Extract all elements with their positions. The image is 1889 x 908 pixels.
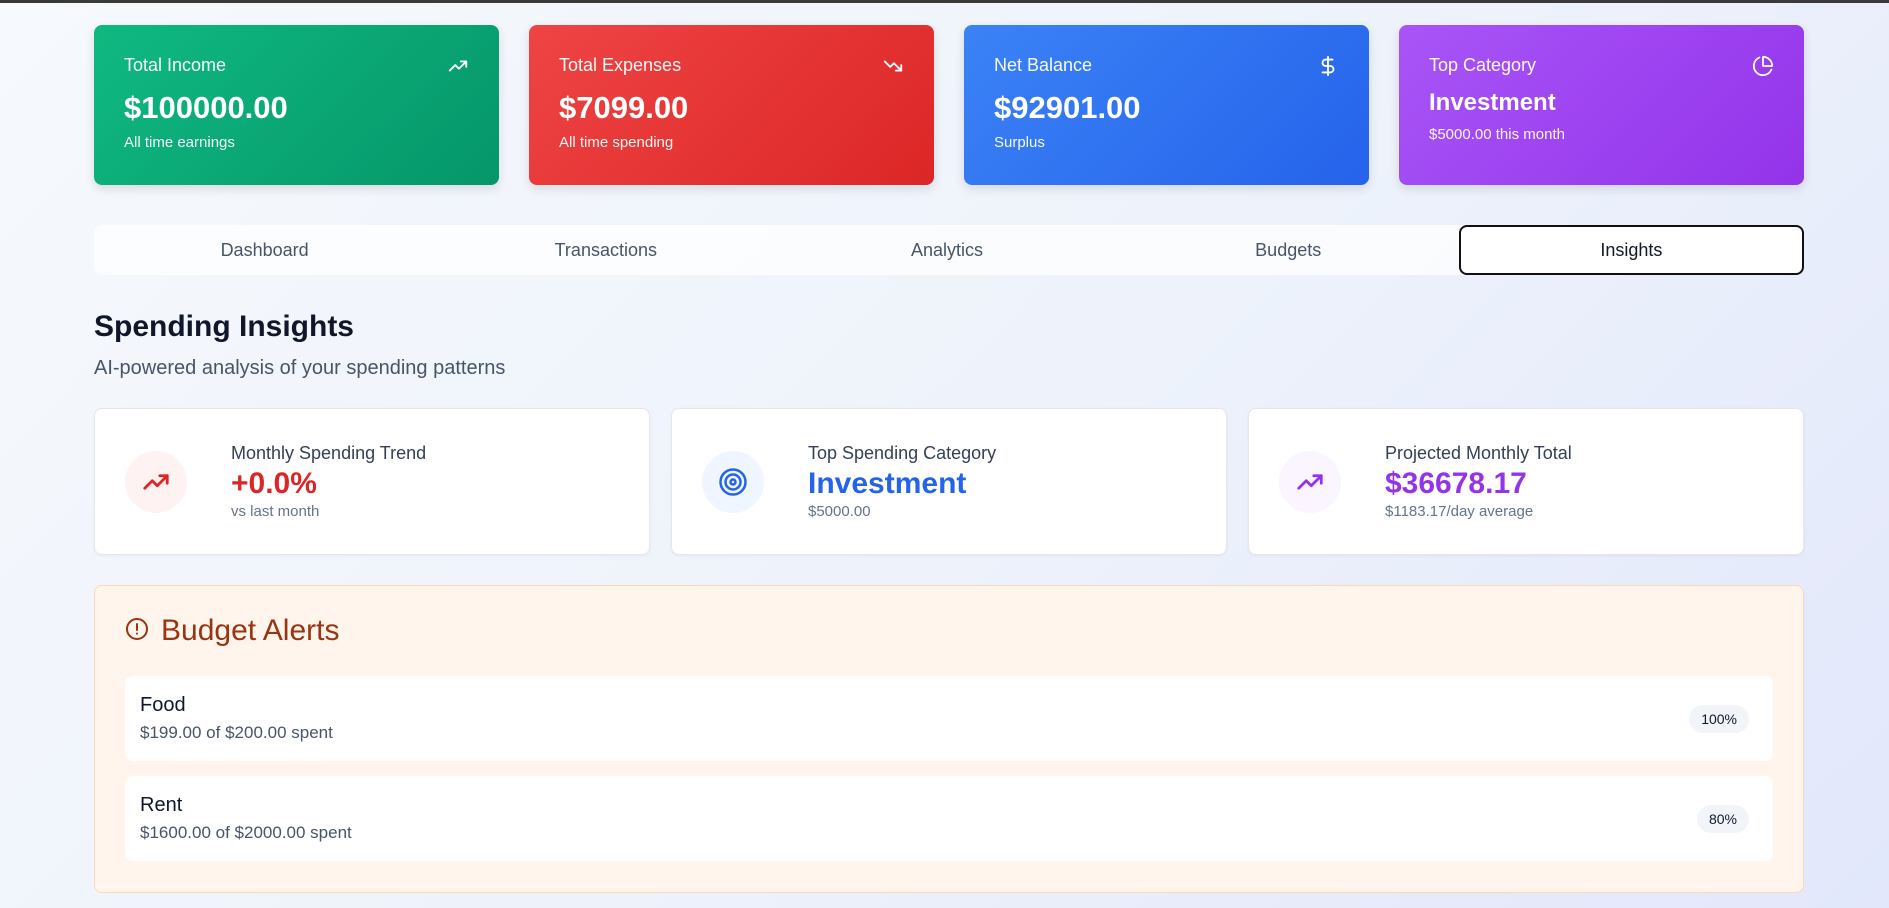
insight-label: Monthly Spending Trend	[231, 443, 427, 463]
budget-alerts-header: Budget Alerts	[125, 614, 1773, 648]
stat-value: $100000.00	[124, 90, 288, 125]
stat-cards: Total Income $100000.00 All time earning…	[94, 25, 1804, 185]
trending-down-icon	[882, 55, 904, 77]
insight-card-projected-total: Projected Monthly Total $36678.17 $1183.…	[1248, 408, 1804, 555]
page-subtitle: AI-powered analysis of your spending pat…	[94, 357, 506, 379]
window-top-border	[0, 0, 1889, 3]
tab-dashboard[interactable]: Dashboard	[94, 225, 435, 275]
stat-value: $92901.00	[994, 90, 1141, 125]
budget-alert-name: Rent	[140, 794, 183, 816]
insight-label: Top Spending Category	[808, 443, 997, 463]
insight-card-top-category: Top Spending Category Investment $5000.0…	[671, 408, 1227, 555]
tab-insights[interactable]: Insights	[1458, 225, 1805, 275]
budget-alert-detail: $199.00 of $200.00 spent	[140, 723, 333, 742]
stat-sub: All time earnings	[124, 134, 235, 151]
stat-label: Total Expenses	[559, 55, 682, 75]
stat-value: $7099.00	[559, 90, 689, 125]
stat-label: Total Income	[124, 55, 227, 75]
target-icon	[702, 450, 764, 513]
budget-percent-badge: 100%	[1689, 704, 1749, 733]
alert-circle-icon	[125, 617, 149, 646]
insight-label: Projected Monthly Total	[1385, 443, 1572, 463]
budget-percent-badge: 80%	[1696, 804, 1749, 833]
nav-tabs: Dashboard Transactions Analytics Budgets…	[94, 225, 1805, 275]
stat-sub: All time spending	[559, 134, 674, 151]
insight-value: $36678.17	[1385, 467, 1527, 500]
budget-alerts-title: Budget Alerts	[161, 614, 340, 647]
trending-up-icon	[1279, 450, 1341, 513]
budget-alert-item: Rent $1600.00 of $2000.00 spent 80%	[125, 776, 1773, 861]
stat-card-net-balance: Net Balance $92901.00 Surplus	[964, 25, 1369, 185]
stat-value: Investment	[1429, 89, 1556, 116]
insight-sub: $1183.17/day average	[1385, 503, 1534, 520]
insight-sub: $5000.00	[808, 503, 871, 520]
insight-value: +0.0%	[231, 467, 317, 500]
stat-card-total-income: Total Income $100000.00 All time earning…	[94, 25, 499, 185]
insight-value: Investment	[808, 467, 967, 500]
stat-card-total-expenses: Total Expenses $7099.00 All time spendin…	[529, 25, 934, 185]
insight-cards: Monthly Spending Trend +0.0% vs last mon…	[94, 408, 1804, 555]
tab-analytics[interactable]: Analytics	[776, 225, 1117, 275]
budget-alert-detail: $1600.00 of $2000.00 spent	[140, 823, 352, 842]
stat-label: Net Balance	[994, 55, 1093, 75]
budget-alerts-panel: Budget Alerts Food $199.00 of $200.00 sp…	[94, 585, 1804, 893]
stat-label: Top Category	[1429, 55, 1537, 75]
stat-sub: Surplus	[994, 134, 1045, 151]
tab-transactions[interactable]: Transactions	[435, 225, 776, 275]
budget-alert-name: Food	[140, 694, 186, 716]
insight-card-spending-trend: Monthly Spending Trend +0.0% vs last mon…	[94, 408, 650, 555]
dollar-icon	[1317, 55, 1339, 77]
insight-sub: vs last month	[231, 503, 320, 520]
stat-sub: $5000.00 this month	[1429, 126, 1565, 143]
trending-up-icon	[447, 55, 469, 77]
stat-card-top-category: Top Category Investment $5000.00 this mo…	[1399, 25, 1804, 185]
page-title: Spending Insights	[94, 310, 354, 343]
trending-up-icon	[125, 450, 187, 513]
main-content: Total Income $100000.00 All time earning…	[94, 25, 1805, 893]
budget-alert-item: Food $199.00 of $200.00 spent 100%	[125, 676, 1773, 761]
pie-chart-icon	[1752, 55, 1774, 77]
tab-budgets[interactable]: Budgets	[1118, 225, 1459, 275]
